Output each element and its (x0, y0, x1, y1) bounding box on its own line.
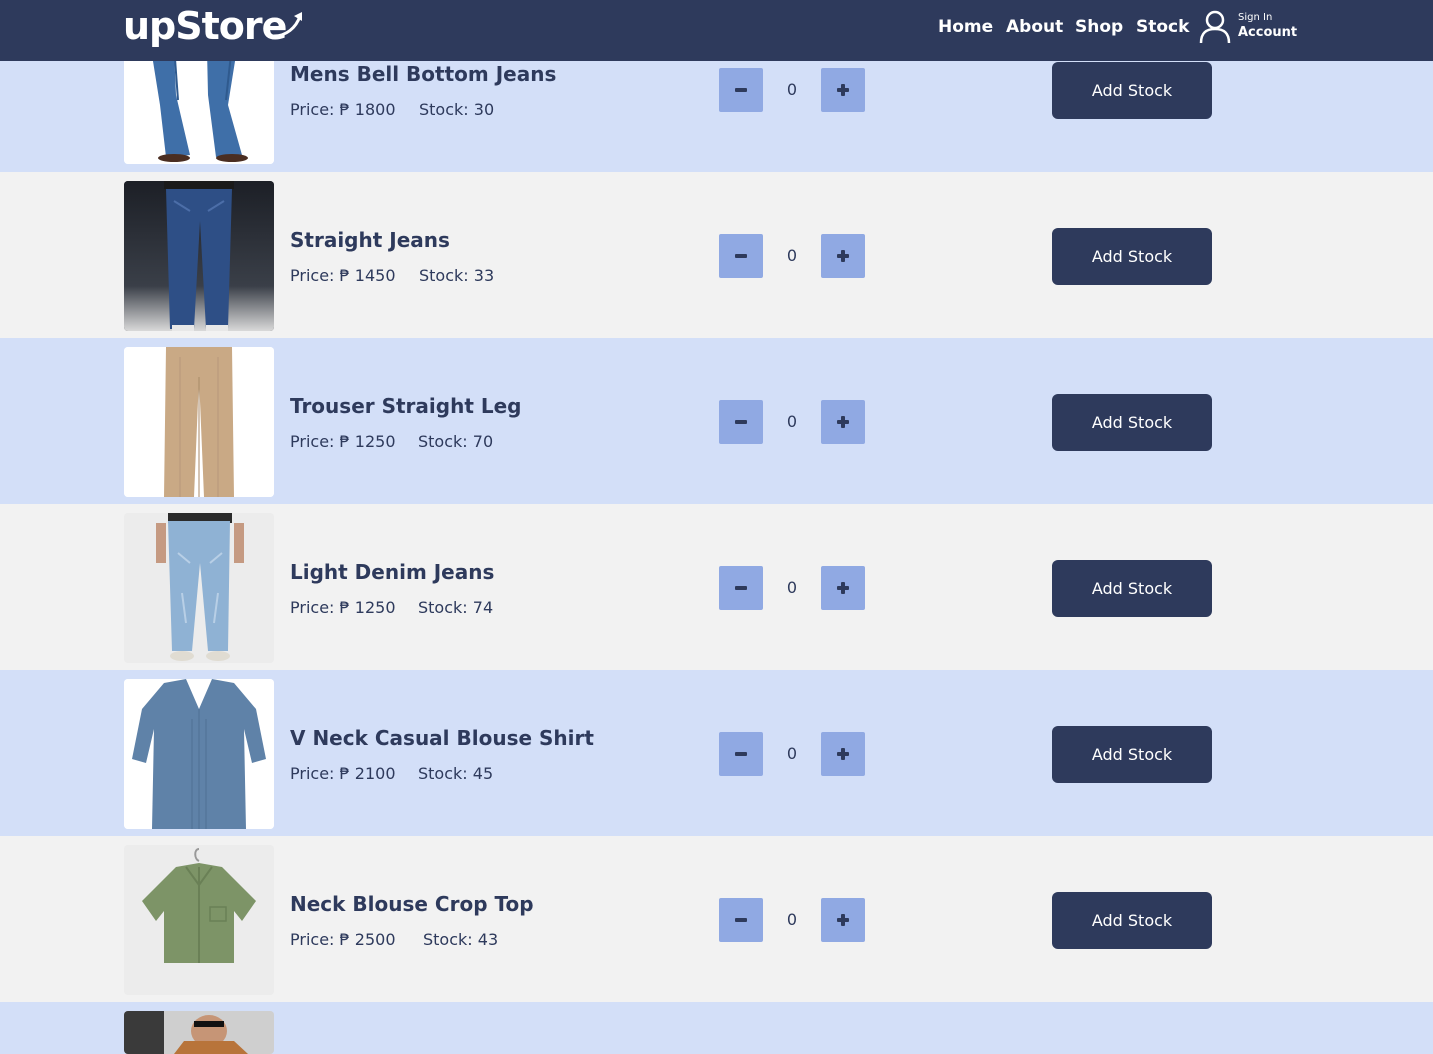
product-stock: Stock: 45 (418, 764, 494, 783)
nav-stock[interactable]: Stock (1136, 17, 1189, 37)
add-stock-button[interactable]: Add Stock (1052, 62, 1212, 119)
product-image (124, 347, 274, 497)
nav-about[interactable]: About (1006, 17, 1063, 37)
logo-swoosh-icon (272, 12, 302, 38)
product-stock: Stock: 33 (419, 266, 495, 285)
add-stock-button[interactable]: Add Stock (1052, 228, 1212, 285)
sign-in-label[interactable]: Sign In (1238, 12, 1272, 23)
product-price: Price: ₱ 2100 (290, 764, 396, 783)
product-image (124, 513, 274, 663)
quantity-value: 0 (786, 910, 798, 929)
product-name: V Neck Casual Blouse Shirt (290, 726, 594, 750)
product-image (124, 181, 274, 331)
increment-button[interactable] (821, 234, 865, 278)
minus-icon (735, 752, 747, 756)
product-row (0, 1002, 1433, 1054)
decrement-button[interactable] (719, 400, 763, 444)
increment-button[interactable] (821, 400, 865, 444)
product-row: Light Denim Jeans Price: ₱ 1250 Stock: 7… (0, 504, 1433, 670)
decrement-button[interactable] (719, 566, 763, 610)
quantity-value: 0 (786, 80, 798, 99)
product-stock: Stock: 74 (418, 598, 494, 617)
quantity-value: 0 (786, 578, 798, 597)
product-name: Trouser Straight Leg (290, 394, 522, 418)
add-stock-button[interactable]: Add Stock (1052, 560, 1212, 617)
minus-icon (735, 254, 747, 258)
minus-icon (735, 88, 747, 92)
product-price: Price: ₱ 1250 (290, 432, 396, 451)
increment-button[interactable] (821, 898, 865, 942)
decrement-button[interactable] (719, 234, 763, 278)
product-name: Straight Jeans (290, 228, 450, 252)
increment-button[interactable] (821, 566, 865, 610)
add-stock-button[interactable]: Add Stock (1052, 892, 1212, 949)
product-name: Light Denim Jeans (290, 560, 495, 584)
nav-home[interactable]: Home (938, 17, 993, 37)
minus-icon (735, 420, 747, 424)
product-image (124, 1011, 274, 1054)
product-price: Price: ₱ 2500 (290, 930, 396, 949)
minus-icon (735, 586, 747, 590)
increment-button[interactable] (821, 732, 865, 776)
quantity-value: 0 (786, 744, 798, 763)
increment-button[interactable] (821, 68, 865, 112)
product-row: V Neck Casual Blouse Shirt Price: ₱ 2100… (0, 670, 1433, 836)
product-image (124, 679, 274, 829)
account-label[interactable]: Account (1238, 25, 1297, 40)
decrement-button[interactable] (719, 68, 763, 112)
top-navbar: upStore Home About Shop Stock Sign In Ac… (0, 0, 1433, 61)
product-stock: Stock: 70 (418, 432, 494, 451)
add-stock-button[interactable]: Add Stock (1052, 726, 1212, 783)
product-price: Price: ₱ 1250 (290, 598, 396, 617)
quantity-value: 0 (786, 246, 798, 265)
product-price: Price: ₱ 1450 (290, 266, 396, 285)
quantity-value: 0 (786, 412, 798, 431)
account-icon[interactable] (1199, 10, 1231, 44)
add-stock-button[interactable]: Add Stock (1052, 394, 1212, 451)
product-stock: Stock: 30 (419, 100, 495, 119)
product-row: Straight Jeans Price: ₱ 1450 Stock: 33 0… (0, 172, 1433, 338)
product-stock: Stock: 43 (423, 930, 499, 949)
decrement-button[interactable] (719, 898, 763, 942)
store-logo[interactable]: upStore (123, 4, 287, 48)
product-name: Mens Bell Bottom Jeans (290, 62, 557, 86)
nav-shop[interactable]: Shop (1075, 17, 1123, 37)
product-image (124, 845, 274, 995)
product-price: Price: ₱ 1800 (290, 100, 396, 119)
decrement-button[interactable] (719, 732, 763, 776)
minus-icon (735, 918, 747, 922)
product-name: Neck Blouse Crop Top (290, 892, 534, 916)
product-row: Trouser Straight Leg Price: ₱ 1250 Stock… (0, 338, 1433, 504)
product-row: Neck Blouse Crop Top Price: ₱ 2500 Stock… (0, 836, 1433, 1002)
